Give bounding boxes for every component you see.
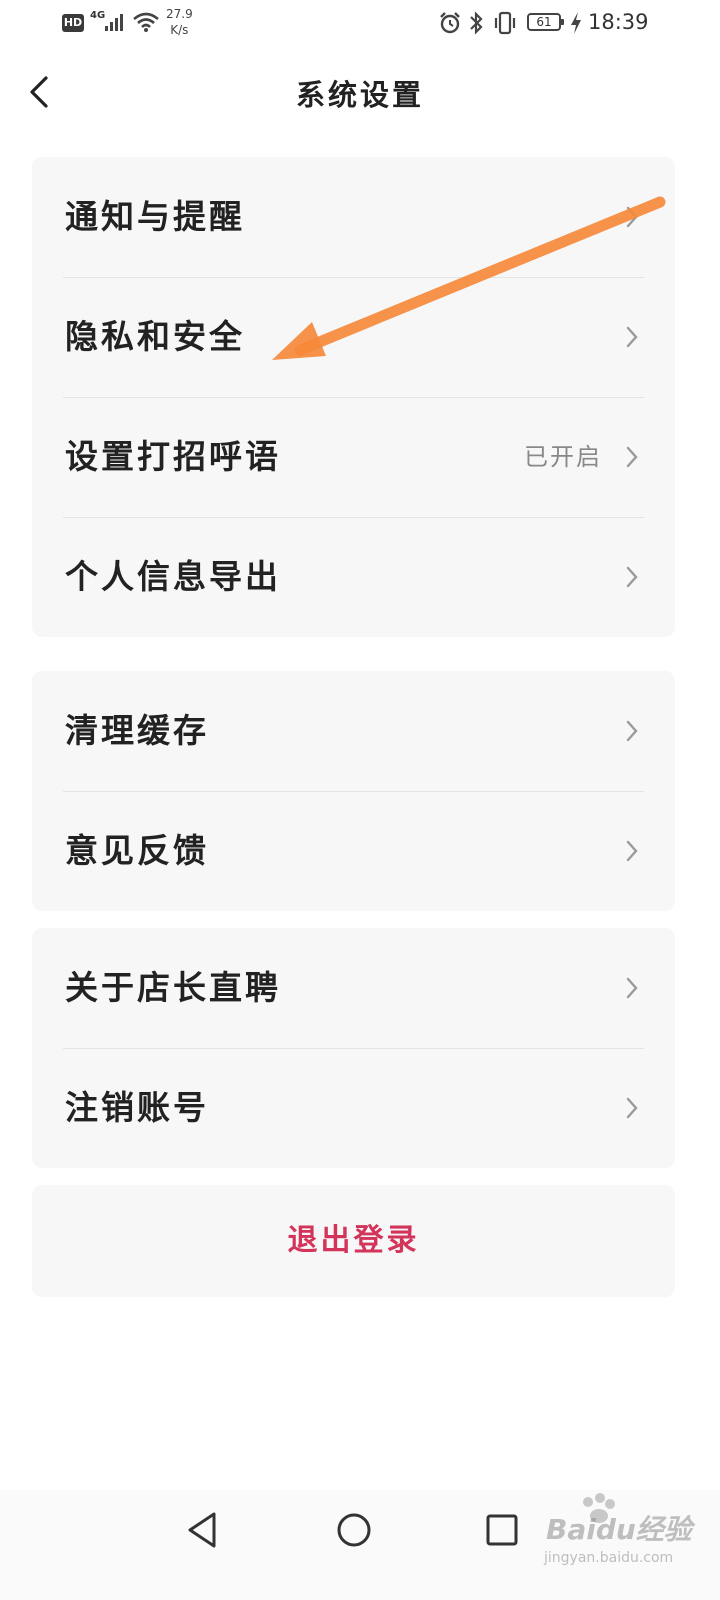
watermark-url: jingyan.baidu.com	[544, 1550, 674, 1566]
charging-icon	[571, 12, 581, 34]
speed-value: 27.9	[166, 7, 193, 21]
vibrate-icon	[494, 11, 516, 35]
network-type: 4G	[90, 10, 106, 21]
settings-item-label: 清理缓存	[65, 711, 209, 750]
settings-item-label: 关于店长直聘	[65, 968, 281, 1007]
logout-button[interactable]: 退出登录	[32, 1185, 675, 1297]
wifi-icon	[133, 12, 159, 32]
settings-item-greeting[interactable]: 设置打招呼语 已开启	[32, 397, 675, 517]
bluetooth-icon	[470, 11, 483, 35]
status-bar: HD 4G 27.9 K/s 61 18:39	[0, 0, 720, 48]
watermark-brand: Baidu经验	[546, 1513, 692, 1546]
network-speed: 27.9 K/s	[166, 6, 193, 38]
signal-icon	[105, 14, 123, 31]
nav-back-triangle-icon[interactable]	[184, 1510, 220, 1550]
hd-badge: HD	[62, 14, 84, 32]
chevron-right-icon	[626, 977, 638, 999]
settings-item-delete-account[interactable]: 注销账号	[32, 1048, 675, 1168]
chevron-right-icon	[626, 326, 638, 348]
nav-home-circle-icon[interactable]	[334, 1510, 374, 1550]
settings-item-clear-cache[interactable]: 清理缓存	[32, 671, 675, 791]
settings-item-label: 意见反馈	[65, 831, 209, 870]
chevron-right-icon	[626, 1097, 638, 1119]
chevron-right-icon	[626, 206, 638, 228]
settings-item-label: 隐私和安全	[65, 317, 245, 356]
settings-item-notifications[interactable]: 通知与提醒	[32, 157, 675, 277]
settings-item-about[interactable]: 关于店长直聘	[32, 928, 675, 1048]
settings-group-3: 关于店长直聘 注销账号	[32, 928, 675, 1168]
chevron-right-icon	[626, 566, 638, 588]
nav-recent-square-icon[interactable]	[484, 1512, 520, 1548]
page-title: 系统设置	[295, 78, 424, 112]
alarm-icon	[440, 12, 460, 34]
settings-item-feedback[interactable]: 意见反馈	[32, 791, 675, 911]
baidu-jingyan-watermark: Baidu经验 jingyan.baidu.com	[540, 1492, 720, 1582]
settings-item-privacy-security[interactable]: 隐私和安全	[32, 277, 675, 397]
settings-item-export-info[interactable]: 个人信息导出	[32, 517, 675, 637]
chevron-right-icon	[626, 720, 638, 742]
greeting-status: 已开启	[524, 443, 602, 471]
settings-item-label: 通知与提醒	[65, 197, 245, 236]
settings-item-label: 注销账号	[65, 1088, 209, 1127]
chevron-right-icon	[626, 840, 638, 862]
settings-item-label: 设置打招呼语	[65, 437, 281, 476]
clock: 18:39	[588, 10, 649, 34]
settings-group-2: 清理缓存 意见反馈	[32, 671, 675, 911]
speed-unit: K/s	[170, 23, 189, 37]
settings-group-1: 通知与提醒 隐私和安全 设置打招呼语 已开启 个人信息导出	[32, 157, 675, 637]
settings-item-label: 个人信息导出	[65, 557, 281, 596]
chevron-right-icon	[626, 446, 638, 468]
nav-header: 系统设置	[0, 60, 720, 126]
battery-indicator: 61	[527, 13, 564, 31]
logout-card: 退出登录	[32, 1185, 675, 1297]
